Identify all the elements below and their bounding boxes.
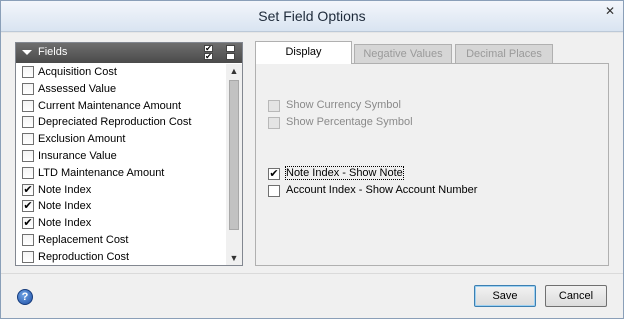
dialog-footer: ? Save Cancel bbox=[1, 273, 623, 318]
help-icon[interactable]: ? bbox=[17, 289, 33, 305]
title-bar: Set Field Options ✕ bbox=[1, 1, 623, 32]
field-label: Note Index bbox=[38, 200, 92, 213]
checkbox-box[interactable] bbox=[22, 116, 34, 129]
field-list-item[interactable]: ✔ Note Index bbox=[16, 215, 226, 232]
field-list-item[interactable]: LTD Maintenance Amount bbox=[16, 165, 226, 182]
checkbox-box[interactable] bbox=[22, 66, 34, 78]
save-button[interactable]: Save bbox=[474, 285, 536, 307]
uncheck-all-button[interactable] bbox=[226, 45, 236, 60]
field-label: Reproduction Cost bbox=[38, 250, 130, 263]
options-tabs: Display Negative Values Decimal Places bbox=[255, 41, 610, 64]
checkbox-box[interactable] bbox=[22, 250, 34, 263]
field-label: LTD Maintenance Amount bbox=[38, 166, 165, 179]
checkmark-icon[interactable]: ✔ bbox=[22, 200, 34, 213]
set-field-options-dialog: Set Field Options ✕ Fields ✔ ✔ Acquisiti… bbox=[0, 0, 624, 319]
checkbox-box[interactable] bbox=[22, 82, 34, 95]
fields-header: Fields ✔ ✔ bbox=[16, 43, 242, 63]
field-list-item[interactable]: Depreciated Reproduction Cost bbox=[16, 114, 226, 131]
cancel-button[interactable]: Cancel bbox=[545, 285, 607, 307]
field-label: Assessed Value bbox=[38, 82, 117, 95]
checked-box-icon: ✔ bbox=[204, 44, 213, 53]
checked-box-icon: ✔ bbox=[204, 52, 213, 61]
field-list-item[interactable]: ✔ Note Index bbox=[16, 198, 226, 215]
unchecked-box-icon bbox=[226, 45, 235, 52]
field-list-item[interactable]: Insurance Value bbox=[16, 148, 226, 165]
fields-header-label: Fields bbox=[38, 46, 68, 58]
fields-panel: Fields ✔ ✔ Acquisition Cost Assessed Valu… bbox=[15, 42, 243, 266]
note-index-show-note-label: Note Index - Show Note bbox=[285, 166, 404, 180]
show-percentage-symbol-label: Show Percentage Symbol bbox=[286, 116, 413, 128]
checkmark-icon[interactable]: ✔ bbox=[22, 183, 34, 196]
fields-scrollbar[interactable]: ▲ ▼ bbox=[226, 64, 242, 265]
field-list-item[interactable]: Current Maintenance Amount bbox=[16, 98, 226, 115]
field-label: Exclusion Amount bbox=[38, 133, 126, 146]
field-list-item[interactable]: ✔ Note Index bbox=[16, 182, 226, 199]
field-label: Note Index bbox=[38, 217, 92, 230]
check-all-button[interactable]: ✔ ✔ bbox=[204, 44, 214, 61]
checkbox-box bbox=[268, 185, 280, 197]
display-tab-panel: Show Currency Symbol Show Percentage Sym… bbox=[255, 63, 609, 266]
field-label: Replacement Cost bbox=[38, 233, 129, 246]
collapse-arrow-icon[interactable] bbox=[22, 50, 32, 55]
tab-display[interactable]: Display bbox=[255, 41, 352, 64]
account-index-show-account-number-label: Account Index - Show Account Number bbox=[286, 184, 478, 196]
checkmark-icon: ✔ bbox=[268, 168, 280, 180]
account-index-show-account-number-checkbox[interactable]: Account Index - Show Account Number bbox=[268, 184, 477, 198]
tab-decimal-places[interactable]: Decimal Places bbox=[455, 44, 553, 63]
field-label: Note Index bbox=[38, 183, 92, 196]
field-list-item[interactable]: Exclusion Amount bbox=[16, 131, 226, 148]
field-label: Depreciated Reproduction Cost bbox=[38, 116, 192, 129]
field-list-item[interactable]: Acquisition Cost bbox=[16, 64, 226, 81]
fields-list: Acquisition Cost Assessed Value Current Ma… bbox=[16, 64, 226, 265]
checkbox-box[interactable] bbox=[22, 166, 34, 179]
checkbox-box bbox=[268, 117, 280, 129]
close-button[interactable]: ✕ bbox=[601, 3, 619, 19]
checkbox-box[interactable] bbox=[22, 99, 34, 112]
field-label: Acquisition Cost bbox=[38, 66, 117, 78]
field-label: Current Maintenance Amount bbox=[38, 99, 182, 112]
checkbox-box[interactable] bbox=[22, 149, 34, 162]
show-currency-symbol-checkbox[interactable]: Show Currency Symbol bbox=[268, 99, 401, 113]
scroll-down-arrow-icon[interactable]: ▼ bbox=[226, 251, 242, 265]
show-percentage-symbol-checkbox[interactable]: Show Percentage Symbol bbox=[268, 116, 413, 130]
field-list-item[interactable]: Assessed Value bbox=[16, 81, 226, 98]
unchecked-box-icon bbox=[226, 53, 235, 60]
field-label: Insurance Value bbox=[38, 149, 117, 162]
checkbox-box[interactable] bbox=[22, 133, 34, 146]
checkbox-box[interactable] bbox=[22, 233, 34, 246]
dialog-title: Set Field Options bbox=[258, 8, 366, 24]
checkmark-icon[interactable]: ✔ bbox=[22, 217, 34, 230]
dialog-content: Fields ✔ ✔ Acquisition Cost Assessed Valu… bbox=[1, 33, 623, 273]
tab-negative-values[interactable]: Negative Values bbox=[354, 44, 452, 63]
scroll-thumb[interactable] bbox=[229, 80, 239, 230]
show-currency-symbol-label: Show Currency Symbol bbox=[286, 99, 401, 111]
scroll-up-arrow-icon[interactable]: ▲ bbox=[226, 64, 242, 78]
checkbox-box bbox=[268, 100, 280, 112]
field-list-item[interactable]: Reproduction Cost bbox=[16, 249, 226, 265]
note-index-show-note-checkbox[interactable]: ✔ Note Index - Show Note bbox=[268, 166, 404, 181]
field-list-item[interactable]: Replacement Cost bbox=[16, 232, 226, 249]
